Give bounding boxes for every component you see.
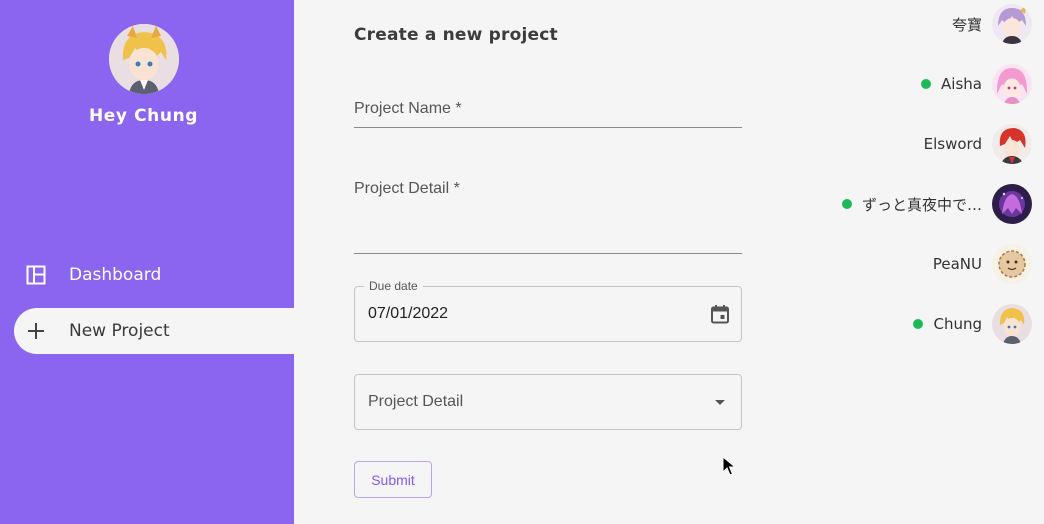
user-name: ずっと真夜中で…	[861, 195, 982, 214]
user-avatar	[992, 124, 1032, 164]
user-name: Aisha	[941, 75, 982, 93]
due-date-value: 07/01/2022	[368, 305, 449, 322]
project-detail-select[interactable]: Project Detail	[354, 374, 742, 430]
mouse-cursor-icon	[722, 456, 736, 476]
plus-icon	[25, 320, 47, 342]
sidebar-item-dashboard[interactable]: Dashboard	[14, 252, 294, 298]
dashboard-icon	[25, 264, 47, 286]
sidebar-item-new-project[interactable]: New Project	[14, 308, 294, 354]
user-item[interactable]: Chung	[913, 304, 1032, 344]
select-placeholder: Project Detail	[368, 393, 464, 410]
submit-button[interactable]: Submit	[354, 461, 432, 498]
user-name: Chung	[933, 315, 982, 333]
user-item[interactable]: ずっと真夜中で…	[841, 184, 1032, 224]
project-detail-label: Project Detail *	[354, 180, 460, 197]
user-item[interactable]: 夸寶	[952, 4, 1032, 44]
project-detail-textarea[interactable]: Project Detail *	[354, 180, 742, 254]
page-title: Create a new project	[354, 25, 558, 45]
user-avatar	[992, 184, 1032, 224]
user-item[interactable]: Elsword	[924, 124, 1032, 164]
user-item[interactable]: Aisha	[921, 64, 1032, 104]
profile-greeting: Hey Chung	[88, 106, 199, 126]
dropdown-arrow-icon[interactable]	[709, 392, 731, 414]
online-status-icon	[921, 79, 932, 89]
project-name-label: Project Name *	[354, 100, 462, 117]
sidebar-item-label: New Project	[69, 321, 170, 341]
user-avatar	[992, 244, 1032, 284]
online-status-icon	[913, 319, 924, 329]
due-date-field[interactable]: Due date 07/01/2022	[354, 279, 742, 342]
due-date-label: Due date	[364, 279, 423, 293]
user-avatar	[992, 4, 1032, 44]
user-avatar	[992, 64, 1032, 104]
profile-avatar[interactable]	[109, 24, 179, 94]
online-status-icon	[841, 199, 852, 209]
user-name: 夸寶	[951, 15, 982, 34]
project-name-field[interactable]: Project Name *	[354, 100, 742, 128]
calendar-icon[interactable]	[709, 303, 731, 325]
sidebar-item-label: Dashboard	[69, 265, 162, 285]
sidebar: Hey Chung Dashboard New Project	[0, 0, 294, 524]
user-item[interactable]: PeaNU	[933, 244, 1032, 284]
user-name: Elsword	[923, 135, 982, 153]
user-name: PeaNU	[932, 255, 982, 273]
user-avatar	[992, 304, 1032, 344]
